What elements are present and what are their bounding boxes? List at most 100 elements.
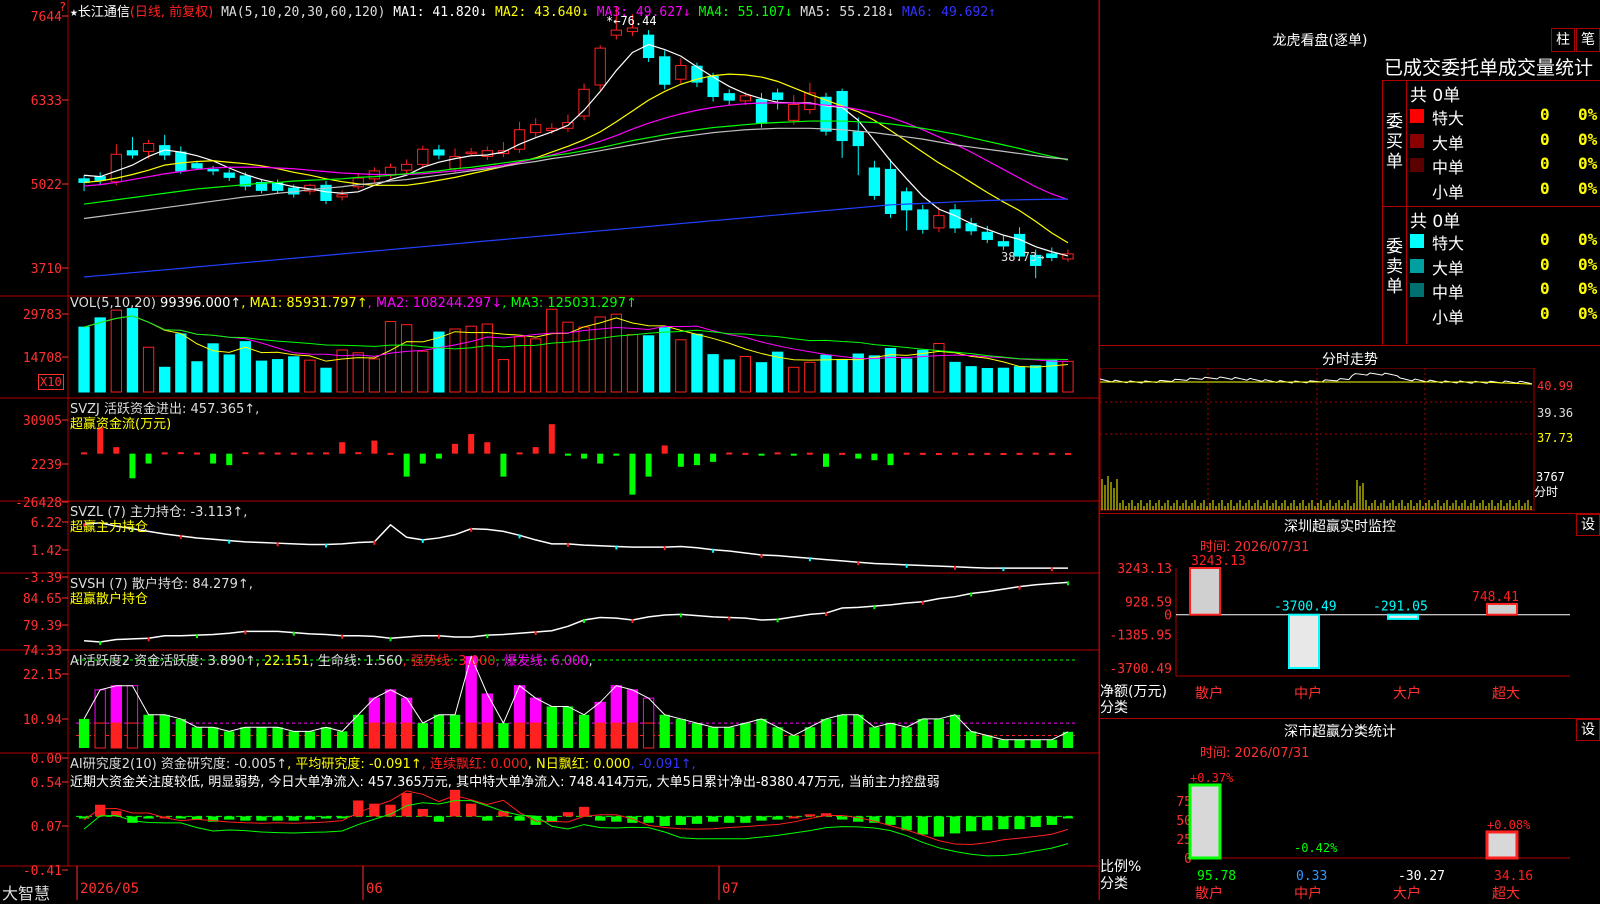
candle [804,82,816,114]
activity-bar [256,727,267,748]
sz-monitor-y-tick: 0 [1164,609,1172,624]
res-title-part-1: , 平均研究度: -0.091↑ [287,757,422,772]
favorite-star-icon[interactable]: ★ [70,5,78,20]
res-title-part-2: , 连续飘红: 0.000 [421,757,528,772]
activity-bar [1046,739,1057,748]
sz-class-settings-button[interactable]: 设 [1576,719,1600,741]
svzj-bar [564,453,571,456]
bar-mode-button[interactable]: 柱 [1551,28,1575,52]
svsh-tick [147,637,150,642]
activity-bar [320,727,332,748]
research-bar [256,816,267,821]
candle [852,117,864,176]
buy-pct: 0% [1578,154,1598,173]
vol-title-part-1: 99396.000↑ [160,296,242,311]
candle-body [868,167,881,196]
research-bar [933,816,945,837]
question-icon[interactable]: ? [59,0,66,14]
svzj-bar [113,447,120,454]
svzj-bar [274,452,281,455]
tick-mode-button[interactable]: 笔 [1576,28,1600,52]
activity-bar-top [481,693,493,724]
candle-body [997,241,1010,247]
intraday-chart[interactable]: 40.99 39.36 37.73 3767分时 [1100,368,1600,513]
svzl-tick [712,548,715,553]
activity-bar [756,718,767,748]
svzj-bar [597,453,604,464]
candle [142,139,155,159]
research-bar [95,804,106,817]
act-title-part-4: , 爆发线: 6.000 [495,654,589,669]
kline-mode[interactable]: (日线, 前复权) [130,5,213,20]
svzj-bar [129,453,136,479]
volume-bar [949,361,961,393]
candle [836,88,848,158]
svzj-bar [629,453,636,495]
sz-monitor-settings-button[interactable]: 设 [1576,514,1600,536]
sell-pct: 0% [1578,254,1598,274]
svsh-tick [195,634,198,639]
candle [965,217,977,236]
research-bar [982,816,993,831]
svzl-tick [760,553,763,558]
candle-body [175,151,187,172]
research-bar [417,808,428,817]
svzj-subtitle: 超赢资金流(万元) [70,417,172,432]
sz-monitor-category: 中户 [1294,685,1322,702]
sell-swatch [1410,283,1424,297]
candle [562,114,574,132]
candle [1046,247,1058,262]
svzj-bar [242,452,249,455]
candle-body [626,27,639,33]
candle [578,83,590,121]
candle [417,145,429,168]
svsh-tick-label: 84.65 [23,592,62,607]
act-title-part-5: , [588,654,593,669]
res-title-part-0: AI研究度2(10) 资金研究度: -0.005↑ [70,757,288,772]
svzl-tick [905,563,908,568]
volume-bar [981,368,993,393]
candle [723,89,735,106]
activity-bar-bottom [94,722,106,749]
svzj-bar [371,440,378,454]
activity-bar-bottom [126,722,139,749]
research-bar [724,816,735,823]
candle-body [788,103,800,121]
sz-monitor-value-label: -291.05 [1373,600,1428,615]
svzl-tick [373,540,376,545]
research-bar [578,806,590,817]
candle-body [659,56,671,85]
ma-value-5: MA5: 55.218↓ [792,5,895,20]
candle-body [771,92,784,100]
svzj-bar [403,453,410,477]
svzj-layer [81,424,1071,495]
candle [900,187,913,231]
candle-body [594,47,606,86]
volume-bar [836,359,848,393]
volume-bar [175,333,187,393]
volume-bar [965,366,977,393]
buy-pct: 0% [1578,129,1598,149]
activity-bar [966,731,977,748]
svzl-tick [470,527,473,532]
activity-bar-top [513,685,526,724]
sell-count: 0 [1540,254,1550,274]
svzj-bar [919,452,926,455]
volume-bar [368,358,381,393]
activity-bar [288,731,299,748]
sz-monitor-bar [1387,613,1419,620]
activity-bar [546,706,557,748]
research-bar [272,816,283,821]
research-bar [949,816,961,834]
research-bar [449,789,461,817]
ma-params: MA(5,10,20,30,60,120) [221,5,386,20]
sell-pct: 0% [1578,279,1598,298]
vol-title-part-2: , MA1: 85931.797↑ [241,296,368,311]
svzl-tick [1050,567,1053,572]
date-label: 2026/05 [80,881,139,897]
activity-bar-bottom [368,722,381,749]
candle-body [142,142,155,152]
research-bar [1030,816,1041,828]
candle [94,172,106,186]
candle [255,178,268,194]
